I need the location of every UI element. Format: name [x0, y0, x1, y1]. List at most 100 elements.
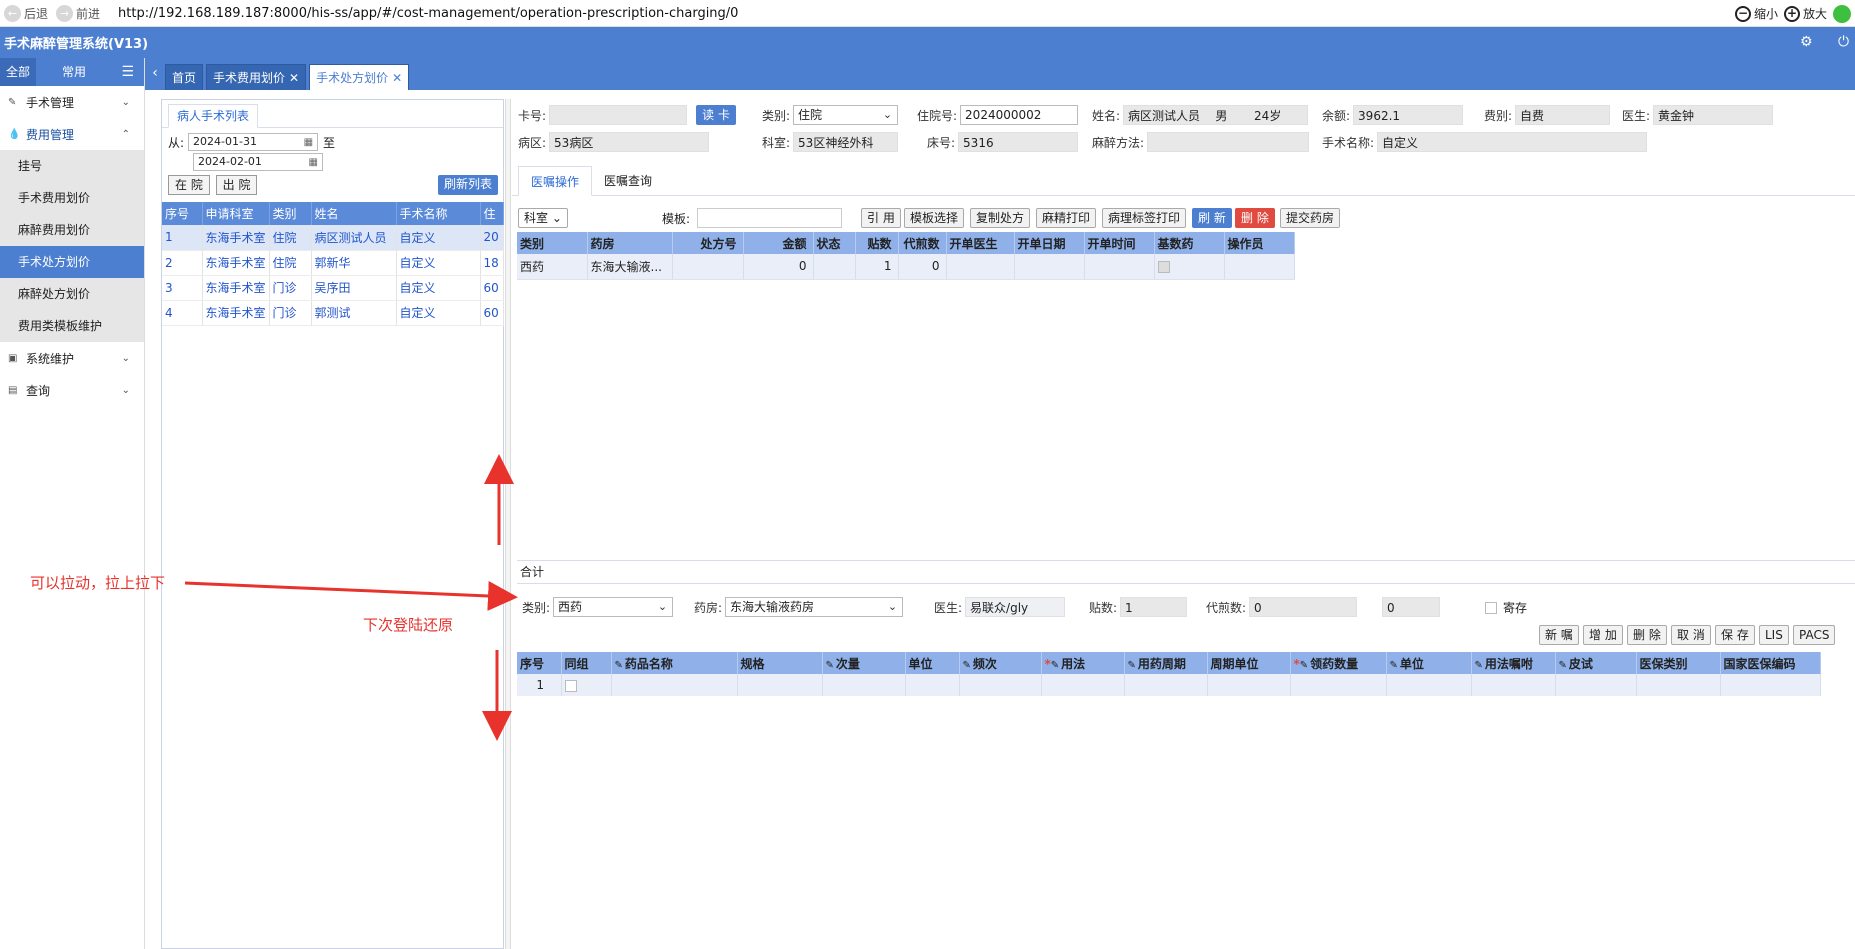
detail-doctor-input[interactable]: 易联众/gly [965, 597, 1066, 617]
tab-order-query[interactable]: 医嘱查询 [592, 166, 664, 196]
column-header[interactable]: 同组 [561, 652, 612, 674]
column-header[interactable]: ✎ 用药周期 [1124, 652, 1208, 674]
new-order-button[interactable]: 新 嘱 [1539, 625, 1579, 645]
tab-patient-list[interactable]: 病人手术列表 [168, 104, 259, 128]
column-header[interactable]: 操作员 [1224, 232, 1295, 254]
sidebar-tab-common[interactable]: 常用 [56, 58, 92, 86]
tab-order-operation[interactable]: 医嘱操作 [518, 166, 593, 196]
column-header[interactable]: 住 [480, 202, 504, 225]
table-cell[interactable] [611, 674, 738, 696]
add-button[interactable]: 增 加 [1583, 625, 1623, 645]
group-checkbox[interactable] [564, 679, 577, 692]
column-header[interactable]: 贴数 [855, 232, 899, 254]
column-header[interactable]: 开单时间 [1084, 232, 1155, 254]
sidebar-item-fee-template[interactable]: 费用类模板维护 [0, 310, 144, 342]
refresh-button[interactable]: 刷 新 [1192, 208, 1232, 228]
table-row[interactable]: 1 [517, 674, 1821, 696]
column-header[interactable]: 药房 [587, 232, 673, 254]
calendar-icon[interactable]: ▦ [304, 135, 313, 151]
column-header[interactable]: ✎ 频次 [959, 652, 1042, 674]
zoom-out-button[interactable]: − 缩小 [1734, 5, 1778, 22]
table-row[interactable]: 2 东海手术室 住院 郭新华 自定义 18 [162, 250, 504, 276]
tab-surgery-prescription[interactable]: 手术处方划价 ✕ [309, 64, 410, 90]
close-icon[interactable]: ✕ [392, 71, 402, 85]
submit-pharmacy-button[interactable]: 提交药房 [1280, 208, 1341, 228]
close-icon[interactable]: ✕ [289, 71, 299, 85]
pharmacy-select[interactable]: 东海大输液药房 ⌄ [725, 597, 904, 617]
column-header[interactable]: ✎ 皮试 [1555, 652, 1637, 674]
remove-button[interactable]: 删 除 [1627, 625, 1667, 645]
dept-select[interactable]: 科室 ⌄ [518, 208, 568, 228]
table-cell[interactable] [1041, 674, 1125, 696]
card-input[interactable] [549, 105, 688, 125]
column-header[interactable]: 基数药 [1154, 232, 1225, 254]
type-select[interactable]: 住院 ⌄ [793, 105, 899, 125]
doses-input[interactable]: 1 [1120, 597, 1188, 617]
sidebar-tab-all[interactable]: 全部 [0, 58, 37, 86]
sidebar-item-registration[interactable]: 挂号 [0, 150, 144, 182]
date-from-input[interactable]: 2024-01-31 ▦ [188, 133, 319, 151]
template-select-button[interactable]: 模板选择 [904, 208, 965, 228]
column-header[interactable]: ✎ 单位 [1386, 652, 1472, 674]
column-header[interactable]: 金额 [743, 232, 814, 254]
sidebar-item-surgery-fee[interactable]: 手术费用划价 [0, 182, 144, 214]
sidebar-group-fees[interactable]: 💧 费用管理 ⌃ [0, 118, 144, 150]
inpatient-button[interactable]: 在 院 [168, 175, 210, 195]
detail-type-select[interactable]: 西药 ⌄ [553, 597, 674, 617]
menu-toggle-icon[interactable]: ☰ [121, 64, 144, 80]
delete-button[interactable]: 删 除 [1235, 208, 1275, 228]
sidebar-item-anesthesia-fee[interactable]: 麻醉费用划价 [0, 214, 144, 246]
pathology-label-print-button[interactable]: 病理标签打印 [1102, 208, 1187, 228]
column-header[interactable]: ✎ 次量 [822, 652, 906, 674]
settings-icon[interactable]: ⚙ [1800, 34, 1813, 50]
zoom-in-button[interactable]: + 放大 [1783, 5, 1827, 22]
column-header[interactable]: ✎ 药品名称 [611, 652, 738, 674]
tab-home[interactable]: 首页 [165, 64, 204, 90]
pacs-button[interactable]: PACS [1793, 625, 1836, 645]
column-header[interactable]: 国家医保编码 [1720, 652, 1821, 674]
column-header[interactable]: 处方号 [672, 232, 744, 254]
column-header[interactable]: 规格 [737, 652, 823, 674]
column-header[interactable]: 手术名称 [396, 202, 481, 225]
table-row[interactable]: 西药 东海大输液... 0 1 0 [517, 254, 1295, 280]
inpatient-no-input[interactable]: 2024000002 [960, 105, 1079, 125]
forward-button[interactable]: → 前进 [52, 0, 104, 27]
deposit-checkbox[interactable] [1485, 601, 1497, 614]
column-header[interactable]: 类别 [269, 202, 312, 225]
cancel-button[interactable]: 取 消 [1671, 625, 1711, 645]
table-row[interactable]: 3 东海手术室 门诊 吴序田 自定义 60 [162, 275, 504, 301]
table-row[interactable]: 1 东海手术室 住院 病区测试人员 自定义 20 [162, 225, 504, 251]
tab-surgery-fee[interactable]: 手术费用划价 ✕ [206, 64, 307, 90]
read-card-button[interactable]: 读 卡 [696, 105, 736, 125]
back-button[interactable]: ← 后退 [0, 0, 52, 27]
sidebar-group-system[interactable]: ▣ 系统维护 ⌄ [0, 342, 144, 374]
panel-splitter[interactable] [505, 99, 511, 949]
table-cell[interactable] [1124, 674, 1208, 696]
sidebar-group-surgery[interactable]: ✎ 手术管理 ⌄ [0, 86, 144, 118]
discharged-button[interactable]: 出 院 [215, 175, 258, 195]
column-header[interactable]: 代煎数 [898, 232, 947, 254]
table-cell[interactable] [1386, 674, 1472, 696]
column-header[interactable]: 开单日期 [1014, 232, 1085, 254]
date-to-input[interactable]: 2024-02-01 ▦ [193, 153, 323, 171]
sidebar-group-query[interactable]: ▤ 查询 ⌄ [0, 374, 144, 406]
template-input[interactable] [697, 208, 842, 228]
column-header[interactable]: 姓名 [311, 202, 397, 225]
logout-icon[interactable]: ⏻ [1838, 34, 1849, 50]
column-header[interactable]: ✎ 用法嘱咐 [1471, 652, 1556, 674]
save-button[interactable]: 保 存 [1715, 625, 1755, 645]
column-header[interactable]: *✎ 领药数量 [1290, 652, 1387, 674]
narcotic-print-button[interactable]: 麻精打印 [1036, 208, 1097, 228]
refresh-list-button[interactable]: 刷新列表 [438, 175, 499, 195]
address-bar[interactable]: http://192.168.189.187:8000/his-ss/app/#… [118, 6, 738, 21]
table-cell[interactable] [1555, 674, 1637, 696]
column-header[interactable]: 序号 [517, 652, 562, 674]
column-header[interactable]: 状态 [813, 232, 856, 254]
column-header[interactable]: *✎ 用法 [1041, 652, 1125, 674]
lis-button[interactable]: LIS [1759, 625, 1789, 645]
base-drug-checkbox[interactable] [1157, 260, 1170, 273]
table-cell[interactable] [822, 674, 906, 696]
column-header[interactable]: 类别 [517, 232, 588, 254]
column-header[interactable]: 申请科室 [202, 202, 270, 225]
calendar-icon[interactable]: ▦ [309, 155, 318, 171]
